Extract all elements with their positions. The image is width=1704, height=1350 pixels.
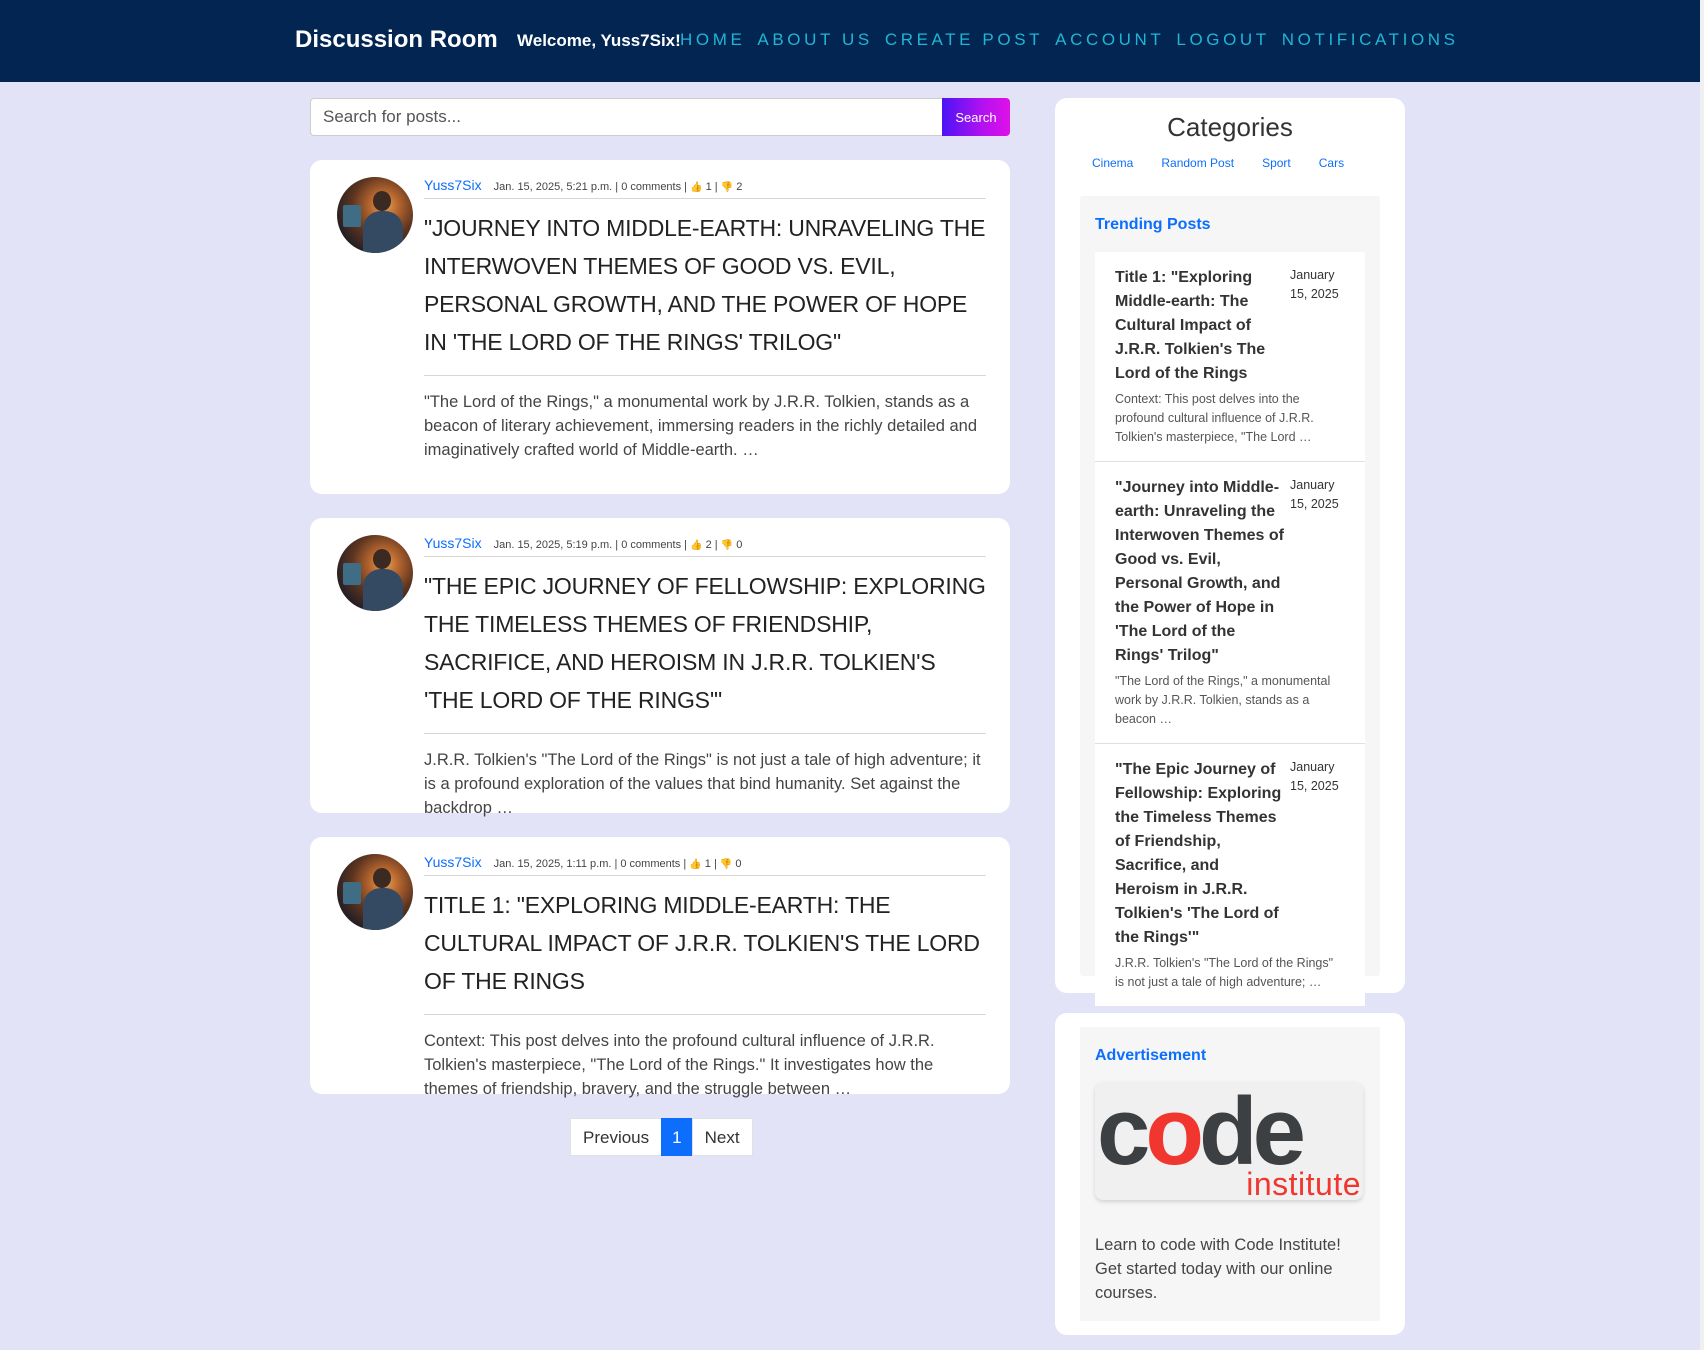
post-excerpt: "The Lord of the Rings," a monumental wo… [424, 393, 978, 459]
pagination-next[interactable]: Next [691, 1118, 753, 1156]
post-author-link[interactable]: Yuss7Six [424, 535, 482, 551]
post-author-link[interactable]: Yuss7Six [424, 854, 482, 870]
advertisement-title: Advertisement [1095, 1047, 1207, 1064]
post-title[interactable]: "Journey into Middle-earth: Unraveling t… [424, 209, 986, 376]
trending-item-excerpt: "The Lord of the Rings," a monumental wo… [1115, 674, 1331, 726]
thumbs-up-icon[interactable]: 👍 [690, 540, 702, 551]
nav-notifications[interactable]: NOTIFICATIONS [1282, 30, 1459, 50]
trending-item-title[interactable]: Title 1: "Exploring Middle-earth: The Cu… [1115, 266, 1286, 386]
thumbs-up-icon[interactable]: 👍 [690, 182, 702, 193]
trending-title: Trending Posts [1095, 216, 1211, 233]
category-cinema[interactable]: Cinema [1092, 156, 1133, 170]
advertisement-card: Advertisement code institute Learn to co… [1055, 1013, 1405, 1335]
search-input[interactable] [310, 98, 942, 136]
trending-item-date: January 15, 2025 [1290, 478, 1339, 511]
code-institute-logo[interactable]: code institute [1095, 1082, 1363, 1200]
advertisement-box: Advertisement code institute Learn to co… [1080, 1027, 1380, 1321]
author-avatar[interactable] [337, 535, 413, 611]
post-excerpt: J.R.R. Tolkien's "The Lord of the Rings"… [424, 751, 981, 817]
nav-logout[interactable]: LOGOUT [1176, 30, 1269, 50]
trending-item-excerpt: Context: This post delves into the profo… [1115, 392, 1314, 444]
thumbs-down-icon[interactable]: 👎 [720, 859, 732, 870]
post-meta-text: Jan. 15, 2025, 1:11 p.m. | 0 comments | … [493, 858, 742, 870]
top-navbar: Discussion Room Welcome, Yuss7Six! HOME … [0, 0, 1700, 82]
brand-title[interactable]: Discussion Room [295, 26, 498, 54]
post-card: Yuss7Six Jan. 15, 2025, 1:11 p.m. | 0 co… [310, 837, 1010, 1098]
trending-posts-box: Trending Posts Title 1: "Exploring Middl… [1080, 196, 1380, 1006]
page-scrollbar[interactable] [1700, 0, 1704, 1350]
welcome-message: Welcome, Yuss7Six! [517, 31, 681, 50]
post-title[interactable]: Title 1: "Exploring Middle-earth: The Cu… [424, 886, 986, 1015]
post-title[interactable]: "The Epic Journey of Fellowship: Explori… [424, 567, 986, 734]
search-bar: Search [310, 98, 1010, 136]
advertisement-text: Learn to code with Code Institute! Get s… [1095, 1236, 1341, 1302]
trending-item-date: January 15, 2025 [1290, 760, 1339, 793]
thumbs-up-icon[interactable]: 👍 [689, 859, 701, 870]
nav-home[interactable]: HOME [680, 30, 745, 50]
post-card: Yuss7Six Jan. 15, 2025, 5:19 p.m. | 0 co… [310, 518, 1010, 817]
categories-title: Categories [1167, 112, 1293, 142]
post-excerpt: Context: This post delves into the profo… [424, 1032, 935, 1098]
nav-links: HOME ABOUT US CREATE POST ACCOUNT LOGOUT… [680, 30, 1471, 50]
categories-card: Categories Cinema Random Post Sport Cars… [1055, 98, 1405, 1006]
post-meta-text: Jan. 15, 2025, 5:19 p.m. | 0 comments | … [493, 539, 743, 551]
trending-item-title[interactable]: "The Epic Journey of Fellowship: Explori… [1115, 758, 1286, 950]
category-list: Cinema Random Post Sport Cars [1092, 156, 1372, 170]
nav-about-us[interactable]: ABOUT US [757, 30, 872, 50]
category-sport[interactable]: Sport [1262, 156, 1291, 170]
trending-item-excerpt: J.R.R. Tolkien's "The Lord of the Rings"… [1115, 956, 1334, 989]
trending-item: "Journey into Middle-earth: Unraveling t… [1095, 462, 1365, 744]
post-meta: Yuss7Six Jan. 15, 2025, 5:21 p.m. | 0 co… [424, 177, 986, 199]
trending-item-title[interactable]: "Journey into Middle-earth: Unraveling t… [1115, 476, 1286, 668]
search-button[interactable]: Search [942, 98, 1010, 136]
thumbs-down-icon[interactable]: 👎 [721, 540, 733, 551]
nav-create-post[interactable]: CREATE POST [885, 30, 1043, 50]
trending-list: Title 1: "Exploring Middle-earth: The Cu… [1095, 252, 1365, 1006]
trending-item-date: January 15, 2025 [1290, 268, 1339, 301]
thumbs-down-icon[interactable]: 👎 [721, 182, 733, 193]
post-author-link[interactable]: Yuss7Six [424, 177, 482, 193]
post-meta: Yuss7Six Jan. 15, 2025, 5:19 p.m. | 0 co… [424, 535, 986, 557]
pagination-previous[interactable]: Previous [570, 1118, 663, 1156]
author-avatar[interactable] [337, 854, 413, 930]
logo-subword: institute [1246, 1166, 1361, 1200]
author-avatar[interactable] [337, 177, 413, 253]
post-meta-text: Jan. 15, 2025, 5:21 p.m. | 0 comments | … [493, 181, 743, 193]
nav-account[interactable]: ACCOUNT [1055, 30, 1164, 50]
category-cars[interactable]: Cars [1319, 156, 1344, 170]
category-random-post[interactable]: Random Post [1161, 156, 1234, 170]
trending-item: Title 1: "Exploring Middle-earth: The Cu… [1095, 252, 1365, 462]
post-meta: Yuss7Six Jan. 15, 2025, 1:11 p.m. | 0 co… [424, 854, 986, 876]
trending-item: "The Epic Journey of Fellowship: Explori… [1095, 744, 1365, 1006]
pagination-page-1[interactable]: 1 [661, 1118, 693, 1156]
post-card: Yuss7Six Jan. 15, 2025, 5:21 p.m. | 0 co… [310, 160, 1010, 494]
pagination: Previous 1 Next [570, 1118, 753, 1156]
